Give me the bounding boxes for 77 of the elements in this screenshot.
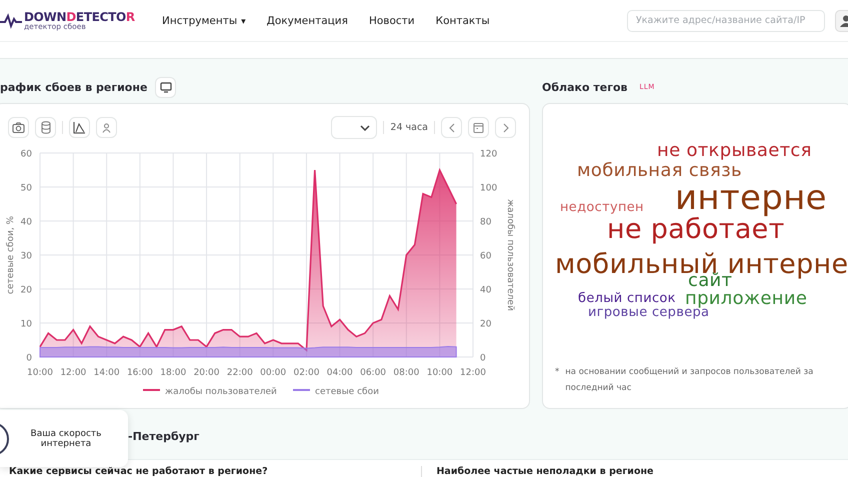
legend-item[interactable]: жалобы пользователей bbox=[143, 387, 277, 397]
previous-button[interactable] bbox=[441, 117, 462, 138]
person-button[interactable] bbox=[96, 117, 117, 138]
database-icon bbox=[40, 121, 50, 134]
tag-word[interactable]: не открывается bbox=[657, 142, 812, 160]
axis-tick-label: 20 bbox=[20, 286, 32, 296]
tag-word[interactable]: белый список bbox=[578, 292, 676, 305]
axis-title: жалобы пользователей bbox=[505, 199, 515, 311]
section-heading: Какие сервисы сейчас не работают в регионе? bbox=[9, 466, 269, 477]
camera-icon bbox=[12, 122, 25, 133]
calendar-icon bbox=[473, 122, 484, 133]
axis-tick-label: 10:00 bbox=[27, 368, 53, 378]
axis-tick-label: 06:00 bbox=[360, 368, 386, 378]
nav-link[interactable]: Новости bbox=[368, 14, 415, 26]
tag-word[interactable]: мобильная связь bbox=[577, 162, 742, 180]
nav-link[interactable]: Инструменты ▾ bbox=[162, 14, 246, 26]
speed-label: Ваша скорость интернета bbox=[30, 428, 102, 448]
axis-tick-label: 10:00 bbox=[426, 368, 453, 378]
axis-tick-label: 60 bbox=[20, 150, 32, 160]
axis-tick-label: 50 bbox=[20, 184, 32, 194]
axis-tick-label: 12:00 bbox=[60, 368, 86, 378]
pulse-icon bbox=[0, 12, 22, 28]
calendar-button[interactable] bbox=[468, 117, 489, 138]
axis-tick-label: 10 bbox=[20, 320, 32, 330]
fullscreen-button[interactable] bbox=[155, 76, 176, 98]
axis-tick-label: 16:00 bbox=[126, 368, 153, 378]
footnote: на основании сообщений и запросов пользователей за последний час bbox=[565, 366, 814, 395]
axis-tick-label: 20 bbox=[480, 320, 492, 330]
section-title: рафик сбоев в регионе bbox=[0, 80, 148, 94]
axis-tick-label: 120 bbox=[480, 150, 498, 160]
chevron-right-icon bbox=[502, 122, 508, 132]
monitor-icon bbox=[160, 82, 172, 92]
database-button[interactable] bbox=[35, 117, 56, 138]
tag-word[interactable]: интерне bbox=[675, 181, 827, 215]
logo-text[interactable]: DOWNDETECTOR bbox=[24, 10, 135, 23]
region-title: -Петербург bbox=[128, 428, 200, 442]
area-chart-icon bbox=[73, 121, 86, 134]
next-button[interactable] bbox=[495, 117, 516, 138]
chevron-left-icon bbox=[448, 122, 454, 132]
tag-word[interactable]: не работает bbox=[607, 216, 785, 243]
axis-tick-label: 0 bbox=[26, 354, 32, 364]
period-label: 24 часа bbox=[390, 122, 428, 133]
search-field[interactable]: Укажите адрес/название сайта/IP bbox=[627, 10, 825, 32]
axis-tick-label: 12:00 bbox=[460, 368, 486, 378]
area-chart-button[interactable] bbox=[69, 117, 90, 138]
axis-tick-label: 0 bbox=[480, 354, 486, 364]
axis-tick-label: 40 bbox=[20, 218, 32, 228]
axis-tick-label: 00:00 bbox=[260, 368, 286, 378]
gauge-icon bbox=[0, 422, 10, 456]
section-title: Облако тегов bbox=[542, 80, 628, 94]
axis-tick-label: 14:00 bbox=[94, 368, 120, 378]
legend-label: жалобы пользователей bbox=[165, 387, 278, 397]
camera-button[interactable] bbox=[8, 117, 29, 138]
tag-word[interactable]: приложение bbox=[685, 290, 808, 308]
axis-title: сетевые сбои, % bbox=[6, 216, 16, 294]
section-heading: Наиболее частые неполадки в регионе bbox=[436, 466, 654, 477]
tag-word[interactable]: сайт bbox=[688, 272, 732, 290]
axis-tick-label: 40 bbox=[480, 286, 492, 296]
legend-item[interactable]: сетевые сбои bbox=[293, 387, 379, 397]
axis-tick-label: 04:00 bbox=[326, 368, 353, 378]
legend-label: сетевые сбои bbox=[315, 387, 380, 397]
speed-popup[interactable]: Ваша скорость интернета bbox=[0, 410, 128, 467]
tag-word[interactable]: недоступен bbox=[560, 201, 644, 214]
nav-link[interactable]: Контакты bbox=[436, 14, 490, 26]
axis-tick-label: 22:00 bbox=[226, 368, 253, 378]
axis-tick-label: 100 bbox=[480, 184, 498, 194]
footnote-mark: * bbox=[555, 366, 560, 379]
person-icon bbox=[102, 122, 111, 132]
axis-tick-label: 02:00 bbox=[294, 368, 320, 378]
nav-link[interactable]: Документация bbox=[266, 14, 348, 26]
axis-tick-label: 30 bbox=[20, 252, 32, 262]
axis-tick-label: 60 bbox=[480, 252, 492, 262]
axis-tick-label: 20:00 bbox=[194, 368, 220, 378]
chevron-down-icon bbox=[360, 124, 370, 130]
axis-tick-label: 08:00 bbox=[393, 368, 420, 378]
axis-tick-label: 80 bbox=[480, 218, 492, 228]
axis-tick-label: 18:00 bbox=[160, 368, 186, 378]
